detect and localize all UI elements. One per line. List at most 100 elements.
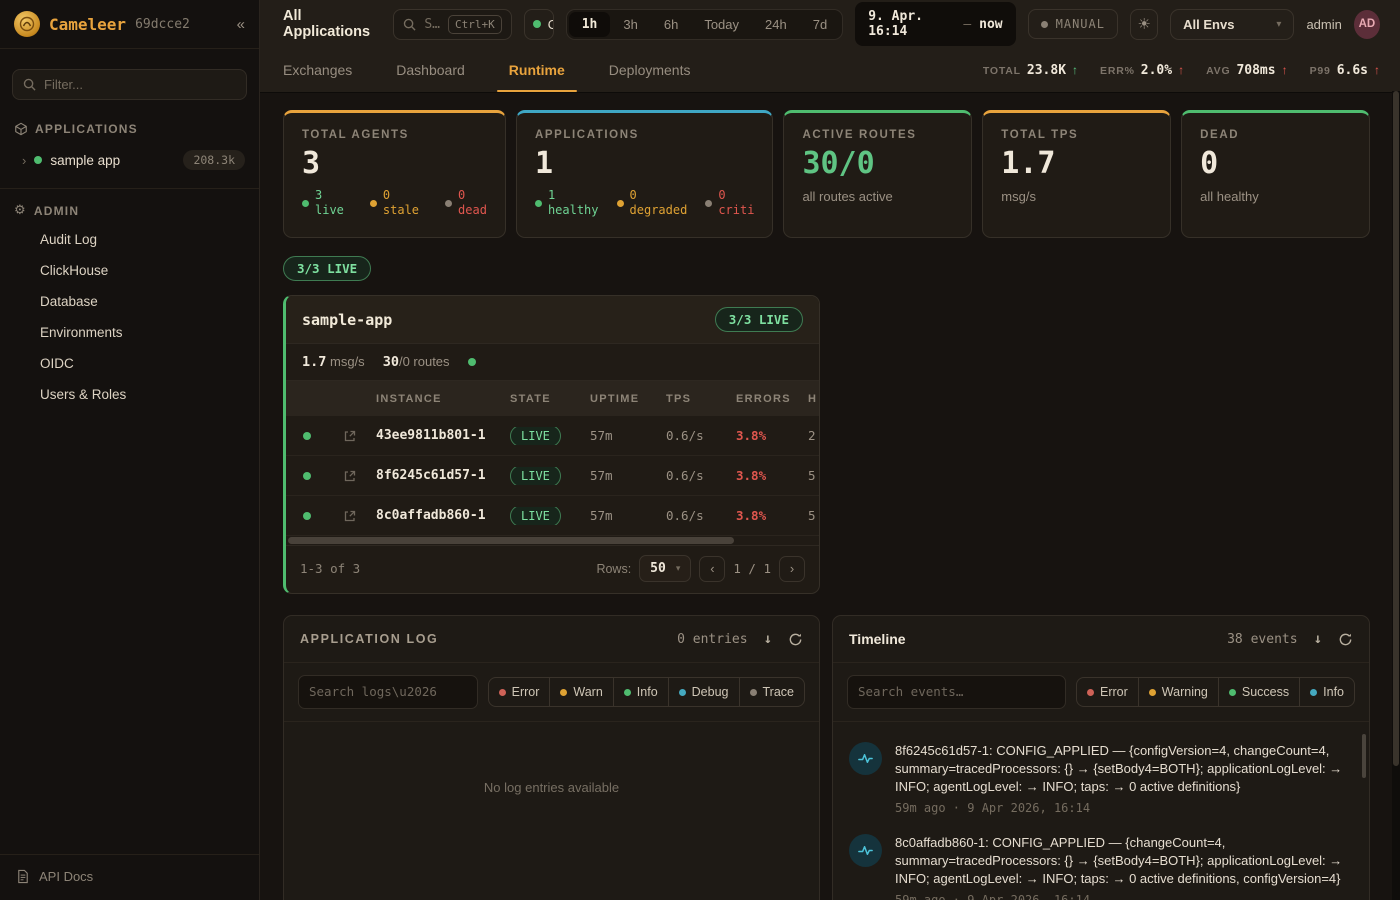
application-name: sample-app — [302, 311, 392, 329]
horizontal-scrollbar[interactable] — [286, 536, 819, 545]
log-entries-count: 0 entries — [677, 632, 747, 647]
summary-stats: TOTAL 23.8K ↑ ERR% 2.0% ↑ AVG 708ms ↑ P9… — [983, 48, 1380, 92]
chevron-down-icon: ▾ — [1276, 19, 1281, 30]
trend-up-icon: ↑ — [1282, 63, 1288, 77]
chevron-right-icon[interactable]: › — [22, 153, 26, 168]
external-link-icon[interactable] — [328, 429, 372, 443]
app-logo-icon — [14, 11, 40, 37]
sidebar-collapse-icon[interactable]: « — [237, 16, 245, 33]
range-3h[interactable]: 3h — [610, 12, 650, 37]
next-page-button[interactable]: › — [779, 556, 805, 582]
table-row[interactable]: 43ee9811b801-1 LIVE 57m 0.6/s 3.8% 2 — [286, 416, 820, 456]
document-icon — [16, 869, 30, 884]
log-search-input[interactable] — [298, 675, 478, 709]
sidebar-filter-input[interactable] — [12, 69, 247, 100]
sidebar-item-sample-app[interactable]: › sample app 208.3k — [0, 142, 259, 178]
range-6h[interactable]: 6h — [651, 12, 691, 37]
stat-cards-row: TOTAL AGENTS 3 3live 0stale 0dead APPLIC… — [283, 110, 1370, 238]
substat-critical: 0criti — [705, 188, 754, 218]
rows-per-page-label: Rows: — [596, 562, 631, 576]
app-count-badge: 208.3k — [183, 150, 245, 170]
sidebar-item-api-docs[interactable]: API Docs — [0, 854, 259, 900]
global-search-button[interactable]: S… Ctrl+K — [393, 9, 511, 40]
timeline-scrollbar[interactable] — [1362, 734, 1366, 778]
instances-table: INSTANCE STATE UPTIME TPS ERRORS H 43ee9… — [286, 381, 820, 536]
sidebar-header: Cameleer 69dcce2 « — [0, 0, 259, 49]
instance-id: 43ee9811b801-1 — [372, 428, 506, 443]
tab-deployments[interactable]: Deployments — [609, 48, 691, 92]
top-bar: All Applications S… Ctrl+K O 1h 3h 6h To… — [260, 0, 1400, 48]
filter-trace[interactable]: Trace — [739, 678, 805, 706]
date-range-display[interactable]: 9. Apr. 16:14 – now — [855, 2, 1015, 46]
timeline-event[interactable]: 8c0affadb860-1: CONFIG_APPLIED — {change… — [849, 824, 1349, 900]
tab-exchanges[interactable]: Exchanges — [283, 48, 352, 92]
timeline-panel: Timeline 38 events ↓ Error Warning Succe… — [832, 615, 1370, 900]
app-version: 69dcce2 — [135, 17, 190, 32]
filter-warn[interactable]: Warn — [549, 678, 612, 706]
external-link-icon[interactable] — [328, 469, 372, 483]
sidebar-item-audit-log[interactable]: Audit Log — [0, 224, 259, 255]
filter-error[interactable]: Error — [489, 678, 550, 706]
filter-error[interactable]: Error — [1077, 678, 1138, 706]
timeline-search-input[interactable] — [847, 675, 1066, 709]
external-link-icon[interactable] — [328, 509, 372, 523]
user-avatar[interactable]: AD — [1354, 10, 1380, 39]
range-24h[interactable]: 24h — [752, 12, 800, 37]
tab-runtime[interactable]: Runtime — [509, 48, 565, 92]
timeline-events-list: 8f6245c61d57-1: CONFIG_APPLIED — {config… — [833, 722, 1369, 900]
stat-avg: AVG 708ms ↑ — [1206, 63, 1288, 78]
activity-icon — [849, 834, 882, 867]
state-badge: LIVE — [510, 467, 561, 485]
prev-page-button[interactable]: ‹ — [699, 556, 725, 582]
online-status-dot — [533, 20, 541, 28]
pagination-range: 1-3 of 3 — [300, 561, 360, 576]
status-label: O — [548, 17, 554, 32]
filter-success[interactable]: Success — [1218, 678, 1299, 706]
search-icon — [23, 78, 36, 91]
filter-debug[interactable]: Debug — [668, 678, 739, 706]
sidebar-item-environments[interactable]: Environments — [0, 317, 259, 348]
sidebar-item-database[interactable]: Database — [0, 286, 259, 317]
gear-icon: ⚙ — [14, 203, 27, 218]
api-docs-label: API Docs — [39, 869, 93, 884]
page-scrollbar[interactable] — [1392, 91, 1400, 900]
substat-live: 3live — [302, 188, 344, 218]
range-7d[interactable]: 7d — [800, 12, 840, 37]
sidebar-filter-field[interactable] — [44, 77, 236, 92]
refresh-icon[interactable] — [1338, 632, 1353, 647]
trend-up-icon: ↑ — [1374, 63, 1380, 77]
download-icon[interactable]: ↓ — [764, 631, 772, 647]
sidebar-item-users-roles[interactable]: Users & Roles — [0, 379, 259, 410]
table-pagination: 1-3 of 3 Rows: 50 ▾ ‹ 1 / 1 › — [286, 545, 819, 593]
connection-status-button[interactable]: O — [524, 9, 554, 40]
filter-warning[interactable]: Warning — [1138, 678, 1218, 706]
filter-info[interactable]: Info — [1299, 678, 1354, 706]
sidebar: Cameleer 69dcce2 « APPLICATIONS › sample… — [0, 0, 260, 900]
app-tab-bar: Exchanges Dashboard Runtime Deployments … — [260, 48, 1400, 93]
timeline-event[interactable]: 8f6245c61d57-1: CONFIG_APPLIED — {config… — [849, 732, 1349, 824]
refresh-icon[interactable] — [788, 632, 803, 647]
table-row[interactable]: 8f6245c61d57-1 LIVE 57m 0.6/s 3.8% 5 — [286, 456, 820, 496]
state-badge: LIVE — [510, 427, 561, 445]
app-stats-row: 1.7 msg/s 30/0 routes — [286, 344, 819, 381]
substat-degraded: 0degraded — [617, 188, 688, 218]
sidebar-item-oidc[interactable]: OIDC — [0, 348, 259, 379]
table-row[interactable]: 8c0affadb860-1 LIVE 57m 0.6/s 3.8% 5 — [286, 496, 820, 536]
download-icon[interactable]: ↓ — [1314, 631, 1322, 647]
event-timestamp: 59m ago · 9 Apr 2026, 16:14 — [895, 893, 1349, 900]
time-range-selector: 1h 3h 6h Today 24h 7d — [566, 9, 843, 40]
range-1h[interactable]: 1h — [569, 12, 611, 37]
manual-refresh-button[interactable]: MANUAL — [1028, 9, 1118, 39]
page-title: All Applications — [283, 8, 381, 40]
tab-dashboard[interactable]: Dashboard — [396, 48, 465, 92]
app-item-label: sample app — [50, 153, 120, 168]
search-shortcut-kbd: Ctrl+K — [448, 15, 502, 34]
log-empty-state: No log entries available — [284, 722, 819, 795]
range-today[interactable]: Today — [691, 12, 752, 37]
environment-select[interactable]: All Envs ▾ — [1170, 9, 1294, 40]
theme-toggle-button[interactable]: ☀ — [1130, 9, 1158, 40]
sidebar-item-clickhouse[interactable]: ClickHouse — [0, 255, 259, 286]
scrollbar-thumb[interactable] — [1393, 91, 1399, 766]
rows-per-page-select[interactable]: 50 ▾ — [639, 555, 691, 582]
filter-info[interactable]: Info — [613, 678, 668, 706]
